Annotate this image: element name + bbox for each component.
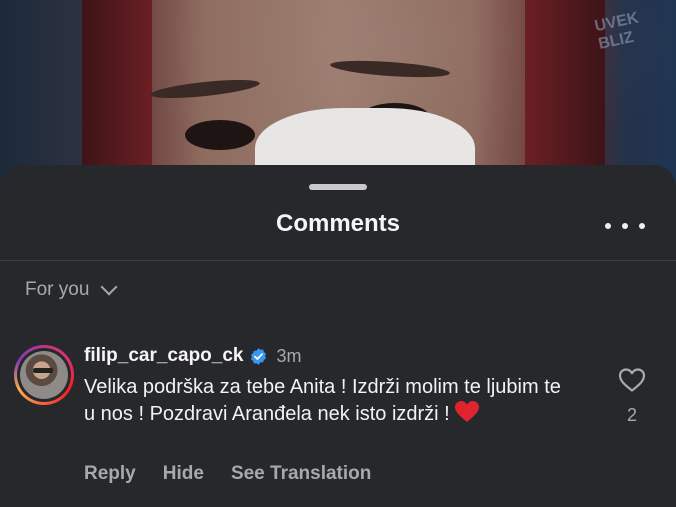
more-horizontal-icon bbox=[622, 223, 628, 229]
sort-filter-dropdown[interactable]: For you bbox=[25, 278, 118, 301]
comment-text: Velika podrška za tebe Anita ! Izdrži mo… bbox=[84, 376, 561, 425]
sheet-title: Comments bbox=[275, 210, 401, 237]
more-options-button[interactable] bbox=[605, 215, 645, 237]
red-heart-emoji-icon bbox=[454, 401, 479, 422]
comment-meta: filip_car_capo_ck 3m bbox=[84, 345, 302, 367]
see-translation-button[interactable]: See Translation bbox=[231, 463, 371, 485]
comment-actions: Reply Hide See Translation bbox=[84, 463, 371, 485]
header-divider bbox=[0, 260, 676, 261]
photo-brow-left bbox=[149, 76, 261, 102]
avatar[interactable] bbox=[14, 345, 74, 405]
avatar-image bbox=[20, 351, 68, 399]
more-horizontal-icon bbox=[639, 223, 645, 229]
sort-filter-label: For you bbox=[25, 279, 90, 300]
avatar-frame bbox=[17, 348, 71, 402]
verified-badge-icon bbox=[251, 347, 267, 365]
comment-item: filip_car_capo_ck 3m Velika podrška za t… bbox=[0, 343, 676, 507]
like-heart-icon[interactable] bbox=[618, 367, 646, 393]
sheet-grabber[interactable] bbox=[309, 184, 367, 190]
comment-text-block: Velika podrška za tebe Anita ! Izdrži mo… bbox=[84, 374, 564, 427]
photo-brow-right bbox=[329, 57, 451, 81]
hide-button[interactable]: Hide bbox=[163, 463, 204, 485]
comments-sheet: Comments For you filip_car_capo_ck 3m Ve… bbox=[0, 165, 676, 507]
chevron-down-icon bbox=[100, 278, 118, 296]
more-horizontal-icon bbox=[605, 223, 611, 229]
comment-timestamp: 3m bbox=[276, 345, 302, 366]
avatar-glasses bbox=[33, 368, 53, 373]
photo-eye-left bbox=[185, 120, 255, 150]
like-count: 2 bbox=[626, 405, 637, 425]
photo-sign-text: UVEK BLIZ bbox=[593, 9, 641, 53]
comment-username[interactable]: filip_car_capo_ck bbox=[84, 345, 243, 367]
reply-button[interactable]: Reply bbox=[84, 463, 136, 485]
